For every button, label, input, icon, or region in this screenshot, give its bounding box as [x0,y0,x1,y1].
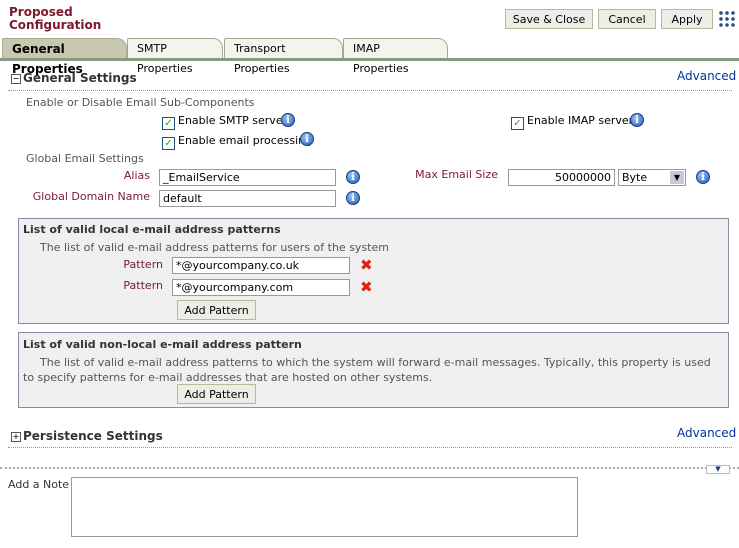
enable-smtp-checkbox[interactable]: ✓ Enable SMTP server [162,114,287,130]
page-title: Proposed Configuration [9,5,102,32]
checkbox-checked[interactable]: ✓ [162,137,175,150]
tab-divider [0,58,739,61]
chevron-down-icon[interactable]: ▼ [670,171,684,184]
panel-title: List of valid non-local e-mail address p… [23,338,302,351]
tab-smtp-properties[interactable]: SMTP Properties [127,38,223,75]
pattern-input[interactable]: *@yourcompany.co.uk [172,257,350,274]
general-settings-header[interactable]: − General Settings [11,71,137,85]
enable-email-processing-checkbox[interactable]: ✓ Enable email processing [162,134,312,150]
info-icon[interactable]: i [346,170,360,184]
section-title: Persistence Settings [23,429,163,443]
note-textarea[interactable] [71,477,578,537]
max-size-label: Max Email Size [415,168,498,181]
cancel-button[interactable]: Cancel [598,9,656,29]
panel-description: The list of valid e-mail address pattern… [23,356,711,384]
save-close-button[interactable]: Save & Close [505,9,593,29]
panel-description: The list of valid e-mail address pattern… [40,241,389,254]
tab-imap-properties[interactable]: IMAP Properties [343,38,448,75]
info-icon[interactable]: i [281,113,295,127]
persistence-settings-header[interactable]: + Persistence Settings [11,429,163,443]
domain-label: Global Domain Name [32,190,150,203]
global-settings-label: Global Email Settings [26,152,144,165]
delete-icon[interactable]: ✖ [360,256,373,274]
add-pattern-button[interactable]: Add Pattern [177,300,256,320]
max-size-input[interactable]: 50000000 [508,169,615,186]
info-icon[interactable]: i [300,132,314,146]
info-icon[interactable]: i [346,191,360,205]
domain-input[interactable]: default [159,190,336,207]
enable-imap-checkbox[interactable]: ✓ Enable IMAP server [511,114,633,130]
expand-icon[interactable]: + [11,432,21,442]
alias-label: Alias [123,169,150,182]
advanced-link[interactable]: Advanced [677,69,736,83]
checkbox-label: Enable SMTP server [178,114,288,127]
collapse-down-icon[interactable]: ▼ [706,465,730,474]
unit-select[interactable]: Byte ▼ [618,169,686,186]
unit-value: Byte [622,171,648,184]
checkbox-checked[interactable]: ✓ [511,117,524,130]
nonlocal-patterns-panel: List of valid non-local e-mail address p… [18,332,729,408]
pattern-label: Pattern [123,279,163,292]
delete-icon[interactable]: ✖ [360,278,373,296]
checkbox-label: Enable IMAP server [527,114,634,127]
apply-button[interactable]: Apply [661,9,713,29]
tab-transport-properties[interactable]: Transport Properties [224,38,343,75]
checkbox-checked[interactable]: ✓ [162,117,175,130]
pattern-label: Pattern [123,258,163,271]
subcomponents-label: Enable or Disable Email Sub-Components [26,96,255,109]
panel-title: List of valid local e-mail address patte… [23,223,281,236]
grid-menu-icon[interactable] [718,10,736,28]
note-label: Add a Note [8,478,70,491]
advanced-link[interactable]: Advanced [677,426,736,440]
info-icon[interactable]: i [630,113,644,127]
local-patterns-panel: List of valid local e-mail address patte… [18,218,729,324]
tab-general-properties[interactable]: General Properties [2,38,127,76]
alias-input[interactable]: _EmailService [159,169,336,186]
pattern-input[interactable]: *@yourcompany.com [172,279,350,296]
info-icon[interactable]: i [696,170,710,184]
divider [8,90,732,91]
section-title: General Settings [23,71,137,85]
checkbox-label: Enable email processing [178,134,313,147]
splitter[interactable] [0,467,739,469]
divider [8,447,732,448]
collapse-icon[interactable]: − [11,74,21,84]
add-pattern-button[interactable]: Add Pattern [177,384,256,404]
